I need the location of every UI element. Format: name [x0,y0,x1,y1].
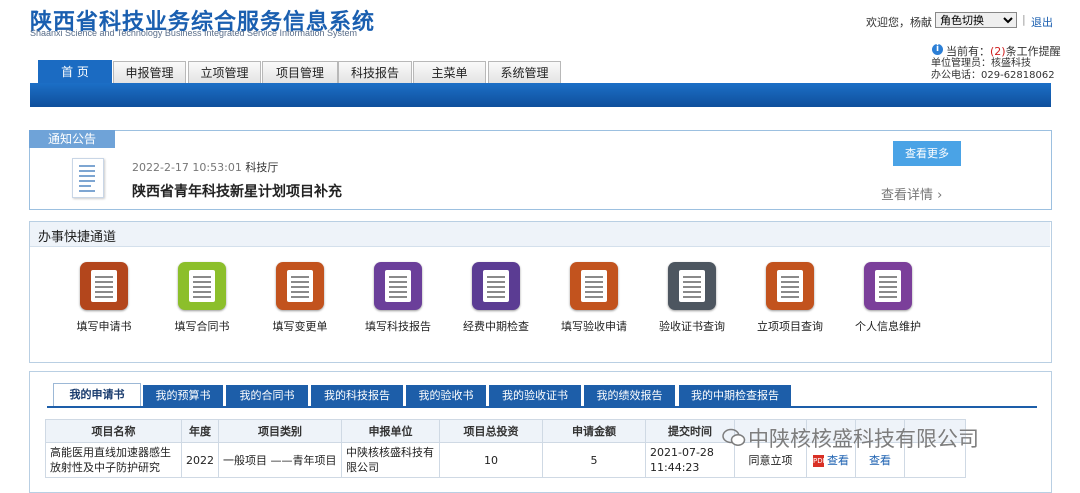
column-header: 项目名称 [45,419,182,443]
paper-glyph [679,270,705,302]
category-cell: 一般项目 ——青年项目 [218,442,342,478]
work-reminder[interactable]: 当前有：(2)条工作提醒 [946,43,1061,59]
quick-item-label[interactable]: 经费中期检查 [446,318,546,334]
notice-label: 通知公告 [29,130,115,148]
personal-info-icon[interactable] [864,262,912,310]
nav-tab-tech-report[interactable]: 科技报告 [338,61,412,84]
nav-tab-system-management[interactable]: 系统管理 [488,61,561,84]
year-cell: 2022 [181,442,219,478]
tab-my-budget[interactable]: 我的预算书 [143,385,223,406]
unit-cell: 中陕核核盛科技有限公司 [341,442,440,478]
paper-glyph [777,270,803,302]
paper-glyph [875,270,901,302]
pdf-icon: PDF [813,454,827,467]
project-name-link[interactable]: 高能医用直线加速器感生放射性及中子防护研究 [45,442,182,478]
header-separator: | [1022,13,1026,26]
quick-access-title: 办事快捷通道 [38,230,117,245]
tab-underline [47,406,1037,408]
column-header: 申报单位 [341,419,440,443]
notice-datetime: 2022-2-17 10:53:01 [132,161,242,174]
office-phone: 办公电话：029-62818062 [931,70,1055,81]
nav-tab-project-approval[interactable]: 立项管理 [188,61,261,84]
fill-acceptance-icon[interactable] [570,262,618,310]
paper-glyph [581,270,607,302]
quick-item-label[interactable]: 填写合同书 [152,318,252,334]
view-link[interactable]: 查看 [869,454,891,467]
notice-source: 科技厅 [245,161,279,174]
notice-title[interactable]: 陕西省青年科技新星计划项目补充 [132,181,342,201]
watermark-label: 中陕核核盛科技有限公司 [748,427,979,451]
tab-my-contract[interactable]: 我的合同书 [226,385,308,406]
paper-glyph [385,270,411,302]
system-title-english: Shaanxi Science and Technology Business … [30,28,358,38]
reminder-count: (2) [990,45,1006,58]
quick-item-label[interactable]: 填写科技报告 [348,318,448,334]
quick-item-label[interactable]: 立项项目查询 [740,318,840,334]
quick-item-label[interactable]: 验收证书查询 [642,318,742,334]
nav-tab-application[interactable]: 申报管理 [113,61,186,84]
reminder-suffix: 条工作提醒 [1005,45,1061,58]
quick-item-label[interactable]: 填写变更单 [250,318,350,334]
column-header: 年度 [181,419,219,443]
tab-my-midterm-report[interactable]: 我的中期检查报告 [679,385,791,406]
nav-tab-home[interactable]: 首 页 [38,60,112,85]
fill-contract-icon[interactable] [178,262,226,310]
unit-manager-info: 单位管理员：核盛科技 办公电话：029-62818062 [931,58,1055,82]
nav-tab-main-menu[interactable]: 主菜单 [413,61,486,84]
fill-change-form-icon[interactable] [276,262,324,310]
nav-bar [30,83,1051,107]
funding-check-icon[interactable] [472,262,520,310]
watermark-text: 中陕核核盛科技有限公司 [722,423,979,453]
tab-my-acceptance-cert[interactable]: 我的验收证书 [489,385,581,406]
quick-item-label[interactable]: 填写申请书 [54,318,154,334]
total-investment-cell: 10 [439,442,543,478]
tab-my-acceptance[interactable]: 我的验收书 [406,385,486,406]
quick-item-label[interactable]: 个人信息维护 [838,318,938,334]
column-header: 项目类别 [218,419,342,443]
unit-manager: 单位管理员：核盛科技 [931,58,1031,69]
column-header: 申请金额 [542,419,646,443]
tab-my-application[interactable]: 我的申请书 [53,383,141,408]
quick-access-header [30,222,1050,247]
role-switch-select[interactable]: 角色切换 [935,12,1017,28]
logout-link[interactable]: 退出 [1031,14,1053,30]
reminder-prefix: 当前有： [946,45,990,58]
document-icon [72,158,104,198]
paper-glyph [189,270,215,302]
quick-item-label[interactable]: 填写验收申请 [544,318,644,334]
notice-date: 2022-2-17 10:53:01 科技厅 [132,159,278,175]
fill-application-icon[interactable] [80,262,128,310]
apply-amount-cell: 5 [542,442,646,478]
view-detail-link[interactable]: 查看详情 › [881,184,942,203]
project-query-icon[interactable] [766,262,814,310]
wechat-icon [722,428,746,446]
paper-glyph [287,270,313,302]
view-more-button[interactable]: 查看更多 [893,141,961,166]
paper-glyph [91,270,117,302]
paper-glyph [483,270,509,302]
nav-tab-project-management[interactable]: 项目管理 [262,61,338,84]
tab-my-tech-report[interactable]: 我的科技报告 [311,385,403,406]
view-pdf-link[interactable]: 查看 [827,454,849,467]
column-header: 项目总投资 [439,419,543,443]
welcome-text: 欢迎您，杨献 [866,16,932,29]
certificate-query-icon[interactable] [668,262,716,310]
fill-tech-report-icon[interactable] [374,262,422,310]
info-icon: i [932,44,943,55]
tab-my-performance-report[interactable]: 我的绩效报告 [584,385,675,406]
